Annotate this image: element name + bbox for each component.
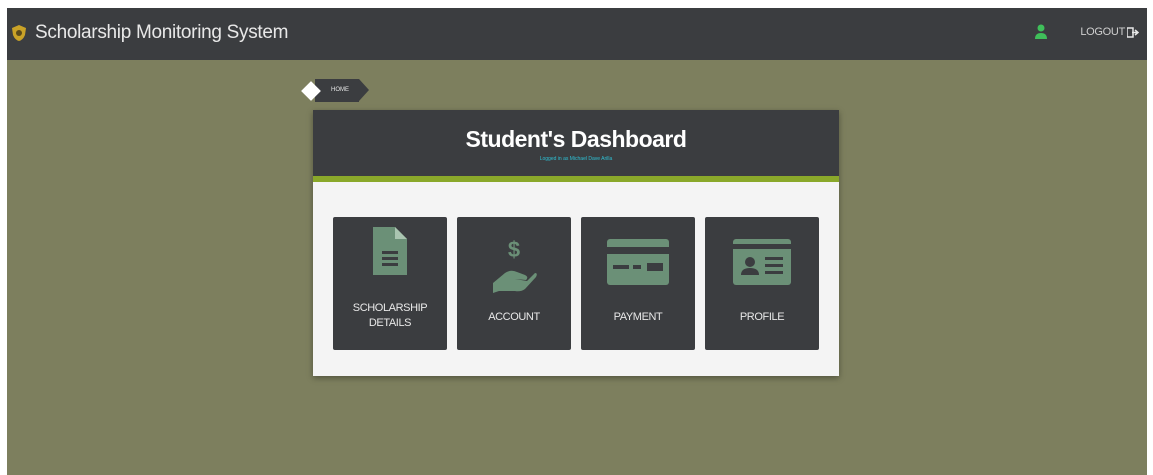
account-label: ACCOUNT xyxy=(488,311,540,323)
scholarship-details-label-line2: DETAILS xyxy=(368,317,412,329)
user-icon[interactable] xyxy=(1034,24,1048,40)
dashboard-subtitle: Logged in as Michael Dave Arilla xyxy=(539,156,613,162)
logout-button[interactable]: LOGOUT xyxy=(1080,26,1139,38)
payment-label: PAYMENT xyxy=(613,311,663,323)
account-tile[interactable]: $ ACCOUNT xyxy=(457,217,571,350)
brand[interactable]: Scholarship Monitoring System xyxy=(11,22,289,44)
dashboard-title: Student's Dashboard xyxy=(465,126,687,152)
profile-tile[interactable]: PROFILE xyxy=(705,217,819,350)
breadcrumb-label: HOME xyxy=(315,79,369,102)
dashboard-tiles: SCHOLARSHIP DETAILS $ ACCOUNT PAYMENT PR… xyxy=(333,217,829,350)
breadcrumb-home[interactable]: HOME xyxy=(301,79,369,102)
profile-label: PROFILE xyxy=(739,311,785,323)
nav-right: LOGOUT xyxy=(1034,24,1139,40)
app-title: Scholarship Monitoring System xyxy=(35,22,289,43)
svg-text:$: $ xyxy=(508,237,520,262)
id-card-icon xyxy=(733,239,791,285)
navbar: Scholarship Monitoring System LOGOUT xyxy=(7,8,1147,60)
logout-label: LOGOUT xyxy=(1080,26,1125,38)
scholarship-details-label: SCHOLARSHIP DETAILS xyxy=(333,301,447,331)
document-icon xyxy=(373,227,407,275)
dashboard-header: Student's Dashboard Logged in as Michael… xyxy=(313,110,839,182)
money-hand-icon: $ xyxy=(493,237,537,293)
credit-card-icon xyxy=(607,239,669,285)
payment-tile[interactable]: PAYMENT xyxy=(581,217,695,350)
dashboard-panel: Student's Dashboard Logged in as Michael… xyxy=(313,110,839,376)
scholarship-details-tile[interactable]: SCHOLARSHIP DETAILS xyxy=(333,217,447,350)
scholarship-details-label-line1: SCHOLARSHIP xyxy=(352,302,428,314)
shield-logo-icon xyxy=(11,24,27,42)
logout-icon xyxy=(1127,26,1139,38)
